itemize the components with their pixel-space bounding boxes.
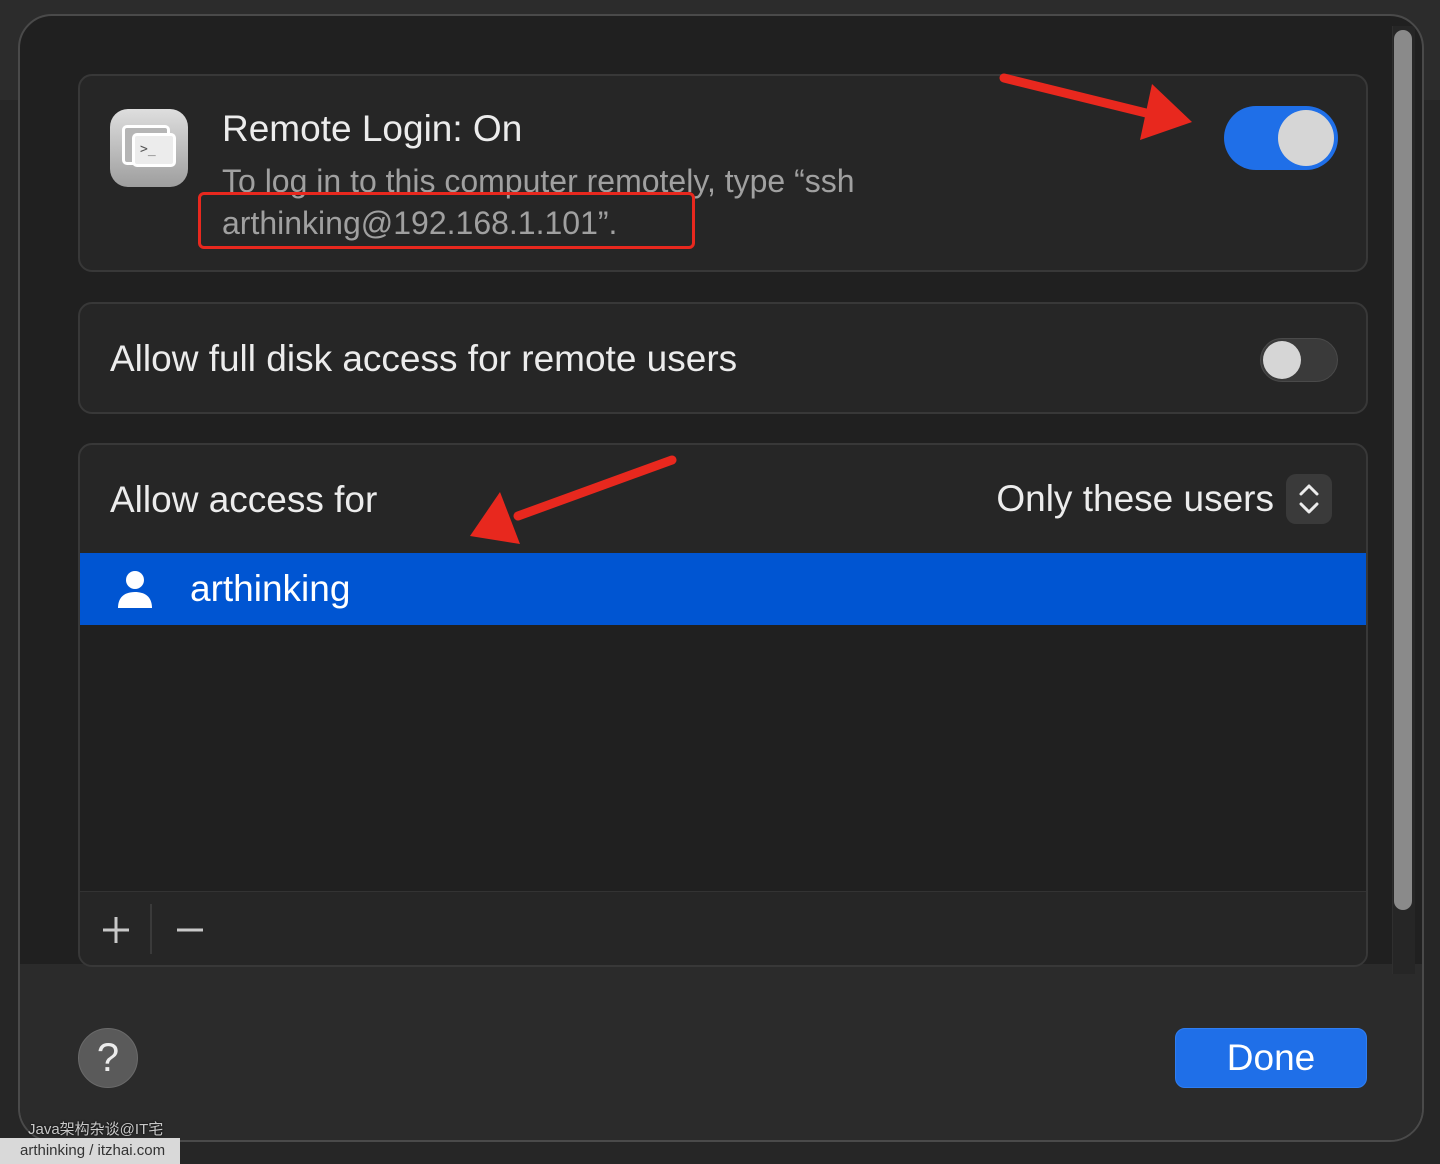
arrow-to-toggle (999, 73, 1192, 140)
annotation-arrows (470, 73, 1192, 544)
arrow-to-user-list (470, 455, 677, 544)
watermark-text: Java架构杂谈@IT宅 (28, 1121, 164, 1138)
attribution-text: arthinking / itzhai.com (0, 1138, 180, 1164)
